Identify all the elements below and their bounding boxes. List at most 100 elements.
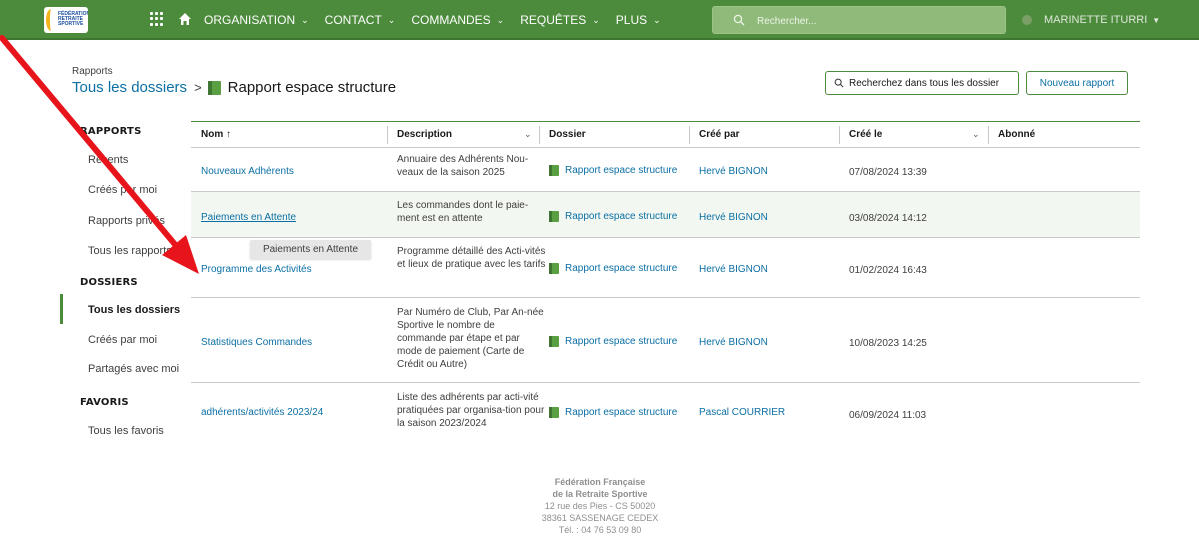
search-icon [733, 14, 745, 26]
nav-label: ORGANISATION [204, 13, 296, 27]
table-row[interactable]: Paiements en Attente Les commandes dont … [191, 192, 1140, 238]
column-header-abonne[interactable]: Abonné [998, 129, 1035, 140]
report-description: Liste des adhérents par acti-vité pratiq… [397, 392, 545, 429]
column-divider[interactable] [988, 126, 989, 144]
report-folder-label: Rapport espace structure [565, 211, 678, 222]
global-search-input[interactable] [757, 13, 997, 29]
search-all-folders-button[interactable]: Recherchez dans tous les dossier [825, 71, 1019, 95]
report-created-date: 03/08/2024 14:12 [849, 213, 927, 224]
column-divider[interactable] [689, 126, 690, 144]
nav-label: CONTACT [324, 13, 382, 27]
column-header-dossier[interactable]: Dossier [549, 129, 586, 140]
nav-organisation[interactable]: ORGANISATION ⌄ [204, 13, 309, 27]
column-header-cree-le[interactable]: Créé le [849, 129, 882, 140]
user-menu[interactable]: MARINETTE ITURRI ▼ [1022, 0, 1160, 40]
chevron-down-icon: ⌄ [496, 14, 505, 25]
nav-label: COMMANDES [411, 13, 491, 27]
footer-line: Tél. : 04 76 53 09 80 [558, 525, 642, 535]
table-row[interactable]: adhérents/activités 2023/24 Liste des ad… [191, 383, 1140, 443]
report-author-link[interactable]: Hervé BIGNON [699, 336, 768, 349]
sidebar-item-partages-avec-moi[interactable]: Partagés avec moi [88, 363, 179, 375]
footer-line: 12 rue des Pies - CS 50020 [544, 501, 656, 511]
green-book-folder-icon [549, 407, 559, 418]
caret-down-icon: ▼ [1152, 15, 1161, 25]
tooltip: Paiements en Attente [250, 240, 371, 259]
table-row[interactable]: Nouveaux Adhérents Annuaire des Adhérent… [191, 148, 1140, 192]
table-header: Nom ↑ Description ⌄ Dossier Créé par Cré… [191, 121, 1140, 148]
sidebar-item-recents[interactable]: Récents [88, 154, 128, 166]
chevron-down-icon: ⌄ [592, 14, 600, 25]
footer-line: 38361 SASSENAGE CEDEX [541, 513, 659, 523]
sidebar-item-tous-les-favoris[interactable]: Tous les favoris [88, 425, 164, 437]
report-created-date: 06/09/2024 11:03 [849, 410, 927, 421]
sidebar-section-rapports: RAPPORTS [80, 126, 142, 137]
report-folder-link[interactable]: Rapport espace structure [549, 335, 677, 348]
green-book-folder-icon [549, 263, 559, 274]
logo-swoosh-icon [46, 9, 56, 31]
sidebar-item-dossiers-crees-par-moi[interactable]: Créés par moi [88, 334, 157, 346]
report-author-link[interactable]: Hervé BIGNON [699, 211, 768, 224]
column-header-cree-par[interactable]: Créé par [699, 129, 740, 140]
chevron-down-icon: ⌄ [387, 14, 396, 25]
column-divider[interactable] [839, 126, 840, 144]
home-icon[interactable] [178, 12, 192, 26]
report-folder-link[interactable]: Rapport espace structure [549, 164, 677, 177]
main-nav: ORGANISATION ⌄ CONTACT ⌄ COMMANDES ⌄ REQUÊT… [204, 0, 677, 40]
footer-line: Fédération Française [554, 477, 646, 487]
report-folder-link[interactable]: Rapport espace structure [549, 406, 677, 419]
report-folder-link[interactable]: Rapport espace structure [549, 210, 677, 223]
logo-text: FÉDÉRATION RETRAITE SPORTIVE [58, 11, 88, 27]
report-description: Programme détaillé des Acti-vités et lie… [397, 246, 546, 270]
nav-plus[interactable]: PLUS ⌄ [616, 13, 661, 27]
report-name-link[interactable]: adhérents/activités 2023/24 [201, 406, 323, 419]
report-name-link[interactable]: Statistiques Commandes [201, 336, 312, 349]
new-report-button[interactable]: Nouveau rapport [1026, 71, 1128, 95]
table-row[interactable]: Statistiques Commandes Par Numéro de Clu… [191, 298, 1140, 383]
chevron-down-icon: ⌄ [301, 14, 309, 25]
footer: Fédération Française de la Retraite Spor… [450, 476, 750, 536]
column-header-description[interactable]: Description [397, 129, 452, 140]
breadcrumb-root-link[interactable]: Tous les dossiers [72, 79, 187, 96]
page-title: Rapport espace structure [227, 79, 397, 96]
sidebar-item-tous-les-dossiers[interactable]: Tous les dossiers [88, 304, 180, 316]
report-created-date: 01/02/2024 16:43 [849, 265, 927, 276]
chevron-down-icon[interactable]: ⌄ [524, 129, 532, 140]
report-description: Par Numéro de Club, Par An-née Sportive … [397, 307, 544, 370]
green-book-folder-icon [549, 336, 559, 347]
logo[interactable]: FÉDÉRATION RETRAITE SPORTIVE [44, 7, 88, 33]
breadcrumb-separator: > [194, 80, 202, 95]
nav-contact[interactable]: CONTACT ⌄ [325, 13, 396, 27]
report-name-link[interactable]: Paiements en Attente [201, 211, 296, 224]
user-name: MARINETTE ITURRI [1044, 14, 1148, 26]
green-book-folder-icon [549, 211, 559, 222]
nav-label: PLUS [615, 13, 648, 27]
report-folder-label: Rapport espace structure [565, 263, 678, 274]
nav-requetes[interactable]: REQUÊTES ⌄ [520, 13, 600, 27]
report-name-link[interactable]: Nouveaux Adhérents [201, 165, 294, 178]
report-author-link[interactable]: Pascal COURRIER [699, 406, 785, 419]
column-divider[interactable] [539, 126, 540, 144]
report-author-link[interactable]: Hervé BIGNON [699, 263, 768, 276]
global-search[interactable] [712, 6, 1006, 34]
app-launcher-icon[interactable] [150, 12, 164, 26]
report-author-link[interactable]: Hervé BIGNON [699, 165, 768, 178]
top-nav-bar: FÉDÉRATION RETRAITE SPORTIVE ORGANISATIO… [0, 0, 1199, 40]
avatar [1022, 15, 1032, 25]
search-icon [834, 78, 844, 88]
sidebar-item-tous-les-rapports[interactable]: Tous les rapports [88, 245, 172, 257]
nav-commandes[interactable]: COMMANDES ⌄ [411, 13, 504, 27]
report-folder-label: Rapport espace structure [565, 165, 678, 176]
sidebar-item-rapports-prives[interactable]: Rapports privés [88, 215, 165, 227]
chevron-down-icon[interactable]: ⌄ [972, 129, 980, 140]
report-created-date: 07/08/2024 13:39 [849, 167, 927, 178]
report-description: Les commandes dont le paie-ment est en a… [397, 200, 529, 224]
sidebar-item-crees-par-moi[interactable]: Créés par moi [88, 184, 157, 196]
footer-line: de la Retraite Sportive [552, 489, 648, 499]
sidebar-section-dossiers: DOSSIERS [80, 277, 138, 288]
sidebar-section-favoris: FAVORIS [80, 397, 129, 408]
column-divider[interactable] [387, 126, 388, 144]
column-header-nom[interactable]: Nom ↑ [201, 129, 231, 140]
report-folder-link[interactable]: Rapport espace structure [549, 262, 677, 275]
report-name-link[interactable]: Programme des Activités [201, 263, 312, 276]
chevron-down-icon: ⌄ [653, 14, 661, 25]
